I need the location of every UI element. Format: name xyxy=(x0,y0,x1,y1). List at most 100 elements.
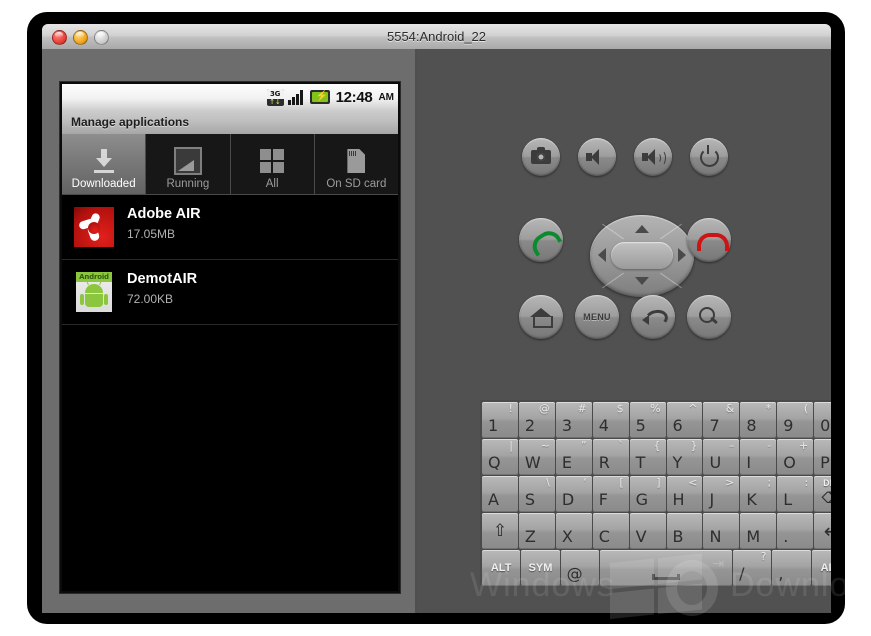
key-f[interactable]: F[ xyxy=(592,476,629,512)
key-label: ALT xyxy=(820,562,831,574)
device-screen-pane: 3G ↑↓ ⚡ 12:48 AM Manage applications Dow… xyxy=(42,49,415,613)
key-v[interactable]: V xyxy=(629,513,666,549)
dpad-right-icon[interactable] xyxy=(678,248,686,262)
key-main-label: 0 xyxy=(820,416,831,435)
key-main-label: 4 xyxy=(598,416,609,435)
dpad-up-icon[interactable] xyxy=(635,225,649,233)
key-o[interactable]: O + xyxy=(777,439,814,475)
key-g[interactable]: G] xyxy=(629,476,666,512)
key-2[interactable]: 2 @ xyxy=(518,402,555,438)
key-alt-label: } xyxy=(690,439,698,452)
key-9[interactable]: 9( xyxy=(777,402,814,438)
emulator-keyboard[interactable]: 1!2@3#4$5%6^7&8*9(0)Q|W~E”R`T{Y}U–I-O+P=… xyxy=(480,400,831,586)
space-icon xyxy=(652,574,681,580)
app-size: 72.00KB xyxy=(127,292,174,306)
tab-downloaded[interactable]: Downloaded xyxy=(62,134,147,194)
dpad[interactable] xyxy=(590,215,694,297)
keyboard-row: Q|W~E”R`T{Y}U–I-O+P= xyxy=(482,439,831,475)
dpad-left-icon[interactable] xyxy=(598,248,606,262)
key-enter[interactable]: ↵ xyxy=(814,513,831,549)
key-main-label: I xyxy=(746,453,752,472)
key-main-label: C xyxy=(598,527,610,546)
key-r[interactable]: R ` xyxy=(592,439,629,475)
key-m[interactable]: M xyxy=(740,513,777,549)
key-space[interactable]: ⇥ xyxy=(599,550,733,586)
key-/[interactable]: /? xyxy=(733,550,772,586)
key-d[interactable]: D ‘ xyxy=(555,476,592,512)
window-titlebar[interactable]: 5554:Android_22 xyxy=(42,24,831,50)
key-shift[interactable]: ⇧ xyxy=(482,513,518,549)
key-main-label: H xyxy=(672,490,685,509)
key-l[interactable]: L: xyxy=(777,476,814,512)
key-a[interactable]: A xyxy=(482,476,518,512)
key-alt-label: ^ xyxy=(688,402,698,415)
list-item[interactable]: Android DemotAIR 72.00KB xyxy=(62,260,398,325)
key-delete-label: DEL xyxy=(823,478,831,488)
key-6[interactable]: 6 ^ xyxy=(666,402,703,438)
menu-button[interactable]: MENU xyxy=(575,295,619,339)
key-e[interactable]: E” xyxy=(555,439,592,475)
keyboard-row: ⇧ Z X C V B N M. ↵ xyxy=(482,513,831,549)
key-1[interactable]: 1! xyxy=(482,402,518,438)
call-button[interactable] xyxy=(519,218,563,262)
key-alt-label: ] xyxy=(656,476,661,489)
key-0[interactable]: 0) xyxy=(814,402,831,438)
tab-on-sd-card[interactable]: On SD card xyxy=(314,134,398,194)
search-icon xyxy=(699,307,719,327)
keyboard-row: ALT SYM @ ⇥ /?, ALT xyxy=(482,550,831,586)
key-delete[interactable]: DEL ⌫ xyxy=(814,476,831,512)
key-b[interactable]: B xyxy=(666,513,703,549)
camera-icon xyxy=(531,147,551,164)
key-main-label: Y xyxy=(672,453,683,472)
application-list[interactable]: Adobe AIR 17.05MB Android DemotAIR 72.00… xyxy=(62,195,398,591)
back-arrow-icon xyxy=(642,308,670,329)
key-s[interactable]: S \ xyxy=(518,476,555,512)
key-u[interactable]: U – xyxy=(703,439,740,475)
key-q[interactable]: Q | xyxy=(482,439,518,475)
end-call-button[interactable] xyxy=(687,218,731,262)
tab-running[interactable]: Running xyxy=(146,134,231,194)
key-p[interactable]: P= xyxy=(814,439,831,475)
key-i[interactable]: I- xyxy=(740,439,777,475)
key-x[interactable]: X xyxy=(555,513,592,549)
key-j[interactable]: J > xyxy=(703,476,740,512)
volume-down-button[interactable] xyxy=(578,138,616,176)
search-button[interactable] xyxy=(687,295,731,339)
key-w[interactable]: W ~ xyxy=(518,439,555,475)
key-,[interactable]: , xyxy=(772,550,811,586)
key-h[interactable]: H < xyxy=(666,476,703,512)
shift-icon: ⇧ xyxy=(492,521,508,541)
running-apps-icon xyxy=(173,146,202,176)
volume-down-icon xyxy=(586,149,608,165)
list-item[interactable]: Adobe AIR 17.05MB xyxy=(62,195,398,260)
key-k[interactable]: K; xyxy=(740,476,777,512)
back-button[interactable] xyxy=(631,295,675,339)
power-button[interactable] xyxy=(690,138,728,176)
tab-all[interactable]: All xyxy=(230,134,315,194)
key-7[interactable]: 7 & xyxy=(703,402,740,438)
key-alt-label: ~ xyxy=(540,439,550,452)
key-c[interactable]: C xyxy=(592,513,629,549)
key-y[interactable]: Y} xyxy=(666,439,703,475)
key-alt[interactable]: ALT xyxy=(482,550,521,586)
camera-button[interactable] xyxy=(522,138,560,176)
key-alt-label: : xyxy=(804,476,809,489)
dpad-center-button[interactable] xyxy=(611,242,673,269)
dpad-down-icon[interactable] xyxy=(635,277,649,285)
key-alt[interactable]: ALT xyxy=(811,550,831,586)
key-sym[interactable]: SYM xyxy=(521,550,560,586)
key-8[interactable]: 8 * xyxy=(740,402,777,438)
key-t[interactable]: T{ xyxy=(629,439,666,475)
key-3[interactable]: 3 # xyxy=(555,402,592,438)
volume-up-button[interactable] xyxy=(634,138,672,176)
key-4[interactable]: 4 $ xyxy=(592,402,629,438)
key-main-label: F xyxy=(598,490,608,509)
key-n[interactable]: N xyxy=(703,513,740,549)
key-main-label: K xyxy=(746,490,757,509)
home-button[interactable] xyxy=(519,295,563,339)
key-z[interactable]: Z xyxy=(518,513,555,549)
key-5[interactable]: 5% xyxy=(629,402,666,438)
key-@[interactable]: @ xyxy=(560,550,599,586)
android-screen[interactable]: 3G ↑↓ ⚡ 12:48 AM Manage applications Dow… xyxy=(62,84,398,591)
key-.[interactable]: . xyxy=(777,513,814,549)
